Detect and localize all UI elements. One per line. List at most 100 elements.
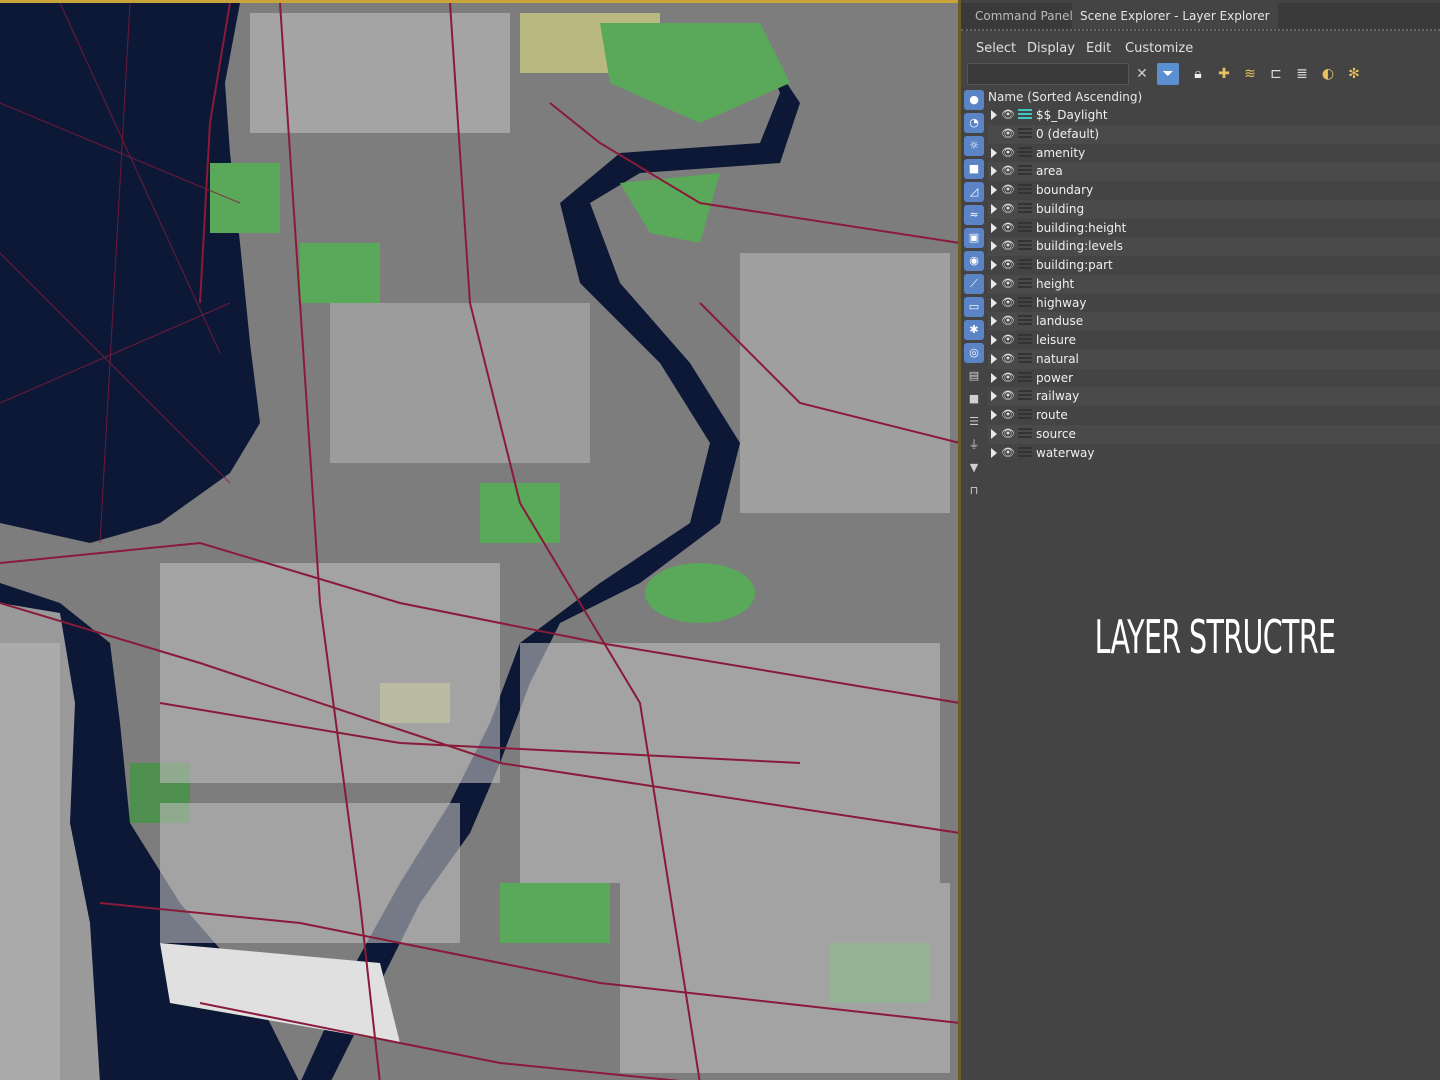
expand-arrow-icon[interactable]	[991, 260, 997, 270]
funnel-icon[interactable]: ▼	[964, 458, 984, 478]
expand-arrow-icon[interactable]	[991, 447, 997, 458]
layers-stack-icon[interactable]: ≣	[1291, 63, 1313, 85]
expand-arrow-icon[interactable]	[991, 316, 997, 327]
camera-icon[interactable]: ■	[964, 159, 984, 179]
layer-row[interactable]: 👁︎ leisure	[988, 331, 1440, 350]
visibility-eye-icon[interactable]: 👁︎	[1000, 108, 1016, 122]
expand-arrow-icon[interactable]	[991, 110, 997, 120]
expand-arrow-icon[interactable]	[991, 372, 997, 383]
add-layer-icon[interactable]: ✚	[1213, 63, 1235, 85]
layer-row[interactable]: 👁︎ building:height	[988, 219, 1440, 238]
panel-tabs: Command Panel Scene Explorer - Layer Exp…	[961, 3, 1440, 31]
expand-arrow-icon[interactable]	[991, 147, 997, 158]
layer-name: route	[1036, 408, 1068, 422]
menu-customize[interactable]: Customize	[1125, 38, 1193, 60]
expand-arrow-icon[interactable]	[991, 391, 997, 402]
visibility-eye-icon[interactable]: 👁︎	[1000, 389, 1016, 403]
visibility-eye-icon[interactable]: 👁︎	[1000, 164, 1016, 178]
layer-row[interactable]: 👁︎ natural	[988, 349, 1440, 369]
highlight-icon[interactable]: ◐	[1317, 63, 1339, 85]
shapes-icon[interactable]: ◔	[964, 113, 984, 133]
layer-row[interactable]: 👁︎ building:part	[988, 256, 1440, 275]
expand-arrow-icon[interactable]	[991, 166, 997, 177]
layer-row[interactable]: 👁︎ railway	[988, 387, 1440, 406]
visibility-eye-icon[interactable]: 👁︎	[1000, 277, 1016, 291]
expand-arrow-icon[interactable]	[991, 222, 997, 233]
doc-icon[interactable]: ▤	[964, 366, 984, 386]
menu-select[interactable]: Select	[976, 38, 1016, 60]
layer-name: natural	[1036, 351, 1079, 366]
spacewarp-icon[interactable]: ≈	[964, 205, 984, 225]
expand-arrow-icon[interactable]	[991, 241, 997, 252]
visibility-eye-icon[interactable]: 👁︎	[1000, 408, 1016, 422]
expand-arrow-icon[interactable]	[991, 278, 997, 289]
expand-arrow-icon[interactable]	[991, 203, 997, 214]
light-icon[interactable]: ☼	[964, 136, 984, 156]
expand-arrow-icon[interactable]	[991, 297, 997, 308]
particle-icon[interactable]: ✱	[964, 320, 984, 340]
xref-icon[interactable]: ◉	[964, 251, 984, 271]
expand-arrow-icon[interactable]	[991, 410, 997, 420]
hierarchy-icon[interactable]: ⊏	[1265, 63, 1287, 85]
layer-row[interactable]: 👁︎ waterway	[988, 444, 1440, 463]
filter-icon[interactable]: ⏷	[1157, 63, 1179, 85]
geometry-icon[interactable]: ●	[964, 90, 984, 110]
list-icon[interactable]: ☰	[964, 412, 984, 432]
group-icon[interactable]: ▣	[964, 228, 984, 248]
layer-row[interactable]: 👁︎ height	[988, 274, 1440, 294]
bone-icon[interactable]: ⟋	[964, 274, 984, 294]
expand-arrow-icon[interactable]	[991, 335, 997, 345]
layer-row[interactable]: 👁︎ building	[988, 199, 1440, 219]
visibility-eye-icon[interactable]: 👁︎	[1000, 127, 1016, 141]
visibility-eye-icon[interactable]: 👁︎	[1000, 371, 1016, 385]
layer-row[interactable]: 👁︎ building:levels	[988, 237, 1440, 256]
visibility-eye-icon[interactable]: 👁︎	[1000, 333, 1016, 347]
funnel-filter-icon[interactable]: ⏚	[964, 435, 984, 455]
visibility-eye-icon[interactable]: 👁︎	[1000, 221, 1016, 235]
layer-row[interactable]: 👁︎ route	[988, 406, 1440, 425]
visibility-eye-icon[interactable]: 👁︎	[1000, 258, 1016, 272]
tab-command-panel[interactable]: Command Panel	[967, 3, 1081, 29]
layer-icon	[1018, 184, 1032, 196]
layer-name: highway	[1036, 295, 1087, 310]
search-input[interactable]	[967, 63, 1129, 85]
expand-arrow-icon[interactable]	[991, 185, 997, 195]
visibility-eye-icon[interactable]: 👁︎	[1000, 314, 1016, 328]
hidden-icon[interactable]: ◎	[964, 343, 984, 363]
visibility-eye-icon[interactable]: 👁︎	[1000, 239, 1016, 253]
layer-row[interactable]: 👁︎ source	[988, 424, 1440, 444]
menu-display[interactable]: Display	[1027, 38, 1075, 60]
visibility-eye-icon[interactable]: 👁︎	[1000, 427, 1016, 441]
frame-icon[interactable]: ⊓	[964, 481, 984, 501]
expand-arrow-icon[interactable]	[991, 353, 997, 364]
column-header-name[interactable]: Name (Sorted Ascending)	[988, 88, 1440, 106]
layer-row[interactable]: 👁︎ area	[988, 162, 1440, 181]
layers-icon[interactable]: ≋	[1239, 63, 1261, 85]
layer-row[interactable]: 👁︎ landuse	[988, 312, 1440, 331]
visibility-eye-icon[interactable]: 👁︎	[1000, 296, 1016, 310]
lock-icon[interactable]: 🔒︎	[1187, 63, 1209, 85]
helper-icon[interactable]: ◿	[964, 182, 984, 202]
tab-scene-explorer[interactable]: Scene Explorer - Layer Explorer	[1072, 3, 1278, 29]
square-icon[interactable]: ■	[964, 389, 984, 409]
layer-row[interactable]: 👁︎ $$_Daylight	[988, 106, 1440, 125]
menu-edit[interactable]: Edit	[1086, 38, 1111, 60]
layer-icon	[1018, 371, 1032, 384]
visibility-eye-icon[interactable]: 👁︎	[1000, 352, 1016, 366]
container-icon[interactable]: ▭	[964, 297, 984, 317]
layer-row[interactable]: 👁︎ highway	[988, 294, 1440, 313]
layer-row[interactable]: 👁︎ boundary	[988, 181, 1440, 200]
layer-row[interactable]: 👁︎ 0 (default)	[988, 124, 1440, 144]
layer-name: 0 (default)	[1036, 126, 1100, 141]
layer-row[interactable]: 👁︎ power	[988, 369, 1440, 388]
expand-arrow-icon[interactable]	[991, 428, 997, 439]
layer-icon	[1018, 277, 1032, 290]
freeze-icon[interactable]: ✻	[1343, 63, 1365, 85]
visibility-eye-icon[interactable]: 👁︎	[1000, 202, 1016, 216]
map-viewport[interactable]	[0, 0, 960, 1080]
visibility-eye-icon[interactable]: 👁︎	[1000, 146, 1016, 160]
close-icon[interactable]: ✕	[1131, 63, 1153, 85]
layer-row[interactable]: 👁︎ amenity	[988, 144, 1440, 163]
visibility-eye-icon[interactable]: 👁︎	[1000, 183, 1016, 197]
visibility-eye-icon[interactable]: 👁︎	[1000, 446, 1016, 460]
